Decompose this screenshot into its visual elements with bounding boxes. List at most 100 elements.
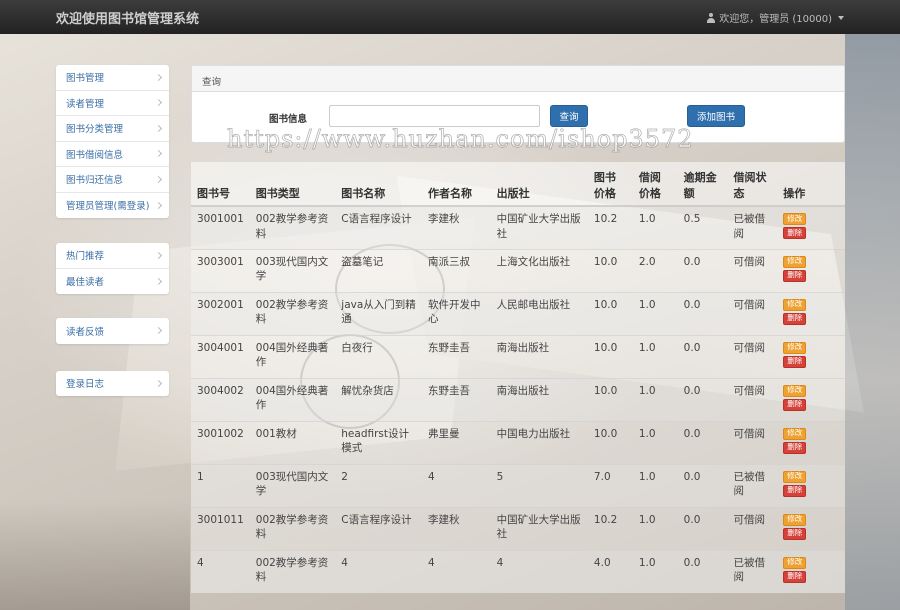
edit-button[interactable]: 修改 <box>783 556 807 569</box>
sidebar-item-reader-feedback[interactable]: 读者反馈 <box>56 318 169 344</box>
table-cell: 解忧杂货店 <box>335 377 423 421</box>
sidebar-item-best-readers[interactable]: 最佳读者 <box>56 269 169 295</box>
edit-button[interactable]: 修改 <box>783 341 807 354</box>
edit-button[interactable]: 修改 <box>783 427 807 440</box>
table-cell: 0.0 <box>677 291 728 335</box>
sidebar-group: 热门推荐 最佳读者 <box>56 243 169 294</box>
sidebar-item-login-log[interactable]: 登录日志 <box>56 371 169 397</box>
row-actions: 修改 删除 <box>783 427 839 454</box>
table-cell: 南海出版社 <box>490 334 588 378</box>
delete-button[interactable]: 删除 <box>783 441 807 454</box>
add-book-button[interactable]: 添加图书 <box>687 105 745 127</box>
delete-button[interactable]: 删除 <box>783 398 807 411</box>
books-table: 图书号 图书类型 图书名称 作者名称 出版社 图书价格 借阅价格 逾期金额 借阅状态 操作 300… <box>191 162 845 593</box>
search-button[interactable]: 查询 <box>550 105 588 127</box>
edit-button[interactable]: 修改 <box>783 513 807 526</box>
table-cell: 002教学参考资料 <box>249 549 336 593</box>
chevron-right-icon <box>154 327 163 335</box>
table-cell: 3003001 <box>191 248 250 292</box>
actions-cell: 修改 删除 <box>777 291 845 335</box>
sidebar-item-category-manage[interactable]: 图书分类管理 <box>56 116 169 142</box>
delete-button[interactable]: 删除 <box>783 312 807 325</box>
delete-button[interactable]: 删除 <box>783 227 807 239</box>
table-cell: 10.2 <box>587 205 633 249</box>
table-cell: 3004001 <box>191 334 250 378</box>
edit-button[interactable]: 修改 <box>783 213 807 225</box>
delete-button[interactable]: 删除 <box>783 355 807 368</box>
table-cell: 4 <box>490 549 588 593</box>
sidebar-item-admin-manage[interactable]: 管理员管理(需登录) <box>56 193 169 219</box>
row-actions: 修改 删除 <box>783 556 839 583</box>
sidebar-item-borrow-info[interactable]: 图书借阅信息 <box>56 142 169 167</box>
table-row: 3004001 004国外经典著作 白夜行 东野圭吾 南海出版社 10.0 1.0 0.0 可借… <box>191 334 845 378</box>
sidebar-item-book-manage[interactable]: 图书管理 <box>56 65 169 91</box>
table-row: 4 002教学参考资料 4 4 4 4.0 1.0 0.0 已被借阅 修改 删除 <box>191 549 845 593</box>
table-cell: 10.0 <box>587 420 633 464</box>
sidebar-item-label: 登录日志 <box>66 379 105 391</box>
table-row: 3002001 002教学参考资料 java从入门到精通 软件开发中心 人民邮电出版社 1… <box>191 291 845 335</box>
row-actions: 修改 删除 <box>783 255 839 282</box>
table-row: 3003001 003现代国内文学 盗墓笔记 南派三叔 上海文化出版社 10.0 2.0 0.… <box>191 248 845 292</box>
table-cell: 002教学参考资料 <box>249 205 336 249</box>
table-cell: 已被借阅 <box>727 205 778 249</box>
actions-cell: 修改 删除 <box>777 463 845 507</box>
table-cell: C语言程序设计 <box>335 205 423 249</box>
table-cell: 004国外经典著作 <box>249 377 336 421</box>
table-cell: 1.0 <box>632 549 678 593</box>
table-row: 3001002 001教材 headfirst设计模式 弗里曼 中国电力出版社 10.0 1… <box>191 420 845 464</box>
table-cell: 人民邮电出版社 <box>490 291 588 335</box>
sidebar-item-return-info[interactable]: 图书归还信息 <box>56 167 169 193</box>
sidebar-item-label: 图书借阅信息 <box>66 149 124 161</box>
table-cell: 可借阅 <box>727 420 778 464</box>
edit-button[interactable]: 修改 <box>783 255 807 268</box>
table-cell: 10.0 <box>587 377 633 421</box>
table-cell: 1.0 <box>632 506 678 550</box>
table-cell: 1.0 <box>632 291 678 335</box>
table-cell: 中国矿业大学出版社 <box>490 205 588 249</box>
table-cell: 4 <box>422 463 491 507</box>
background-edge <box>0 500 190 610</box>
sidebar-item-label: 读者管理 <box>66 98 105 110</box>
table-cell: 1.0 <box>632 334 678 378</box>
delete-button[interactable]: 删除 <box>783 484 807 497</box>
column-header: 图书号 <box>191 162 250 207</box>
table-cell: 可借阅 <box>727 248 778 292</box>
edit-button[interactable]: 修改 <box>783 384 807 397</box>
table-cell: 南海出版社 <box>490 377 588 421</box>
table-cell: 10.2 <box>587 506 633 550</box>
edit-button[interactable]: 修改 <box>783 298 807 311</box>
table-cell: 3001001 <box>191 205 250 249</box>
table-cell: 可借阅 <box>727 506 778 550</box>
row-actions: 修改 删除 <box>783 298 839 325</box>
table-row: 3004002 004国外经典著作 解忧杂货店 东野圭吾 南海出版社 10.0 1.0 0.0… <box>191 377 845 421</box>
column-header: 出版社 <box>490 162 588 207</box>
sidebar-item-hot-recommend[interactable]: 热门推荐 <box>56 243 169 269</box>
column-header: 图书类型 <box>249 162 336 207</box>
panel-heading: 查询 <box>192 66 844 92</box>
actions-cell: 修改 删除 <box>777 334 845 378</box>
table-cell: 001教材 <box>249 420 336 464</box>
delete-button[interactable]: 删除 <box>783 269 807 282</box>
sidebar-item-reader-manage[interactable]: 读者管理 <box>56 91 169 116</box>
app-title[interactable]: 欢迎使用图书馆管理系统 <box>56 8 199 27</box>
chevron-right-icon <box>154 124 163 132</box>
watermark-text: https://www.huzhan.com/ishop3572 <box>227 125 694 154</box>
row-actions: 修改 删除 <box>783 470 839 497</box>
delete-button[interactable]: 删除 <box>783 527 807 540</box>
column-header: 操作 <box>777 162 845 207</box>
table-cell: 4 <box>335 549 423 593</box>
table-cell: 10.0 <box>587 291 633 335</box>
edit-button[interactable]: 修改 <box>783 470 807 483</box>
table-cell: C语言程序设计 <box>335 506 423 550</box>
table-cell: 白夜行 <box>335 334 423 378</box>
book-info-input[interactable] <box>329 105 540 127</box>
user-menu[interactable]: 欢迎您，管理员 (10000) <box>706 10 844 25</box>
book-info-label: 图书信息 <box>269 114 308 125</box>
actions-cell: 修改 删除 <box>777 420 845 464</box>
table-cell: 0.0 <box>677 248 728 292</box>
table-cell: 李建秋 <box>422 205 491 249</box>
delete-button[interactable]: 删除 <box>783 570 807 583</box>
table-cell: 东野圭吾 <box>422 377 491 421</box>
sidebar-item-label: 管理员管理(需登录) <box>66 201 150 213</box>
column-header: 借阅状态 <box>727 162 778 207</box>
